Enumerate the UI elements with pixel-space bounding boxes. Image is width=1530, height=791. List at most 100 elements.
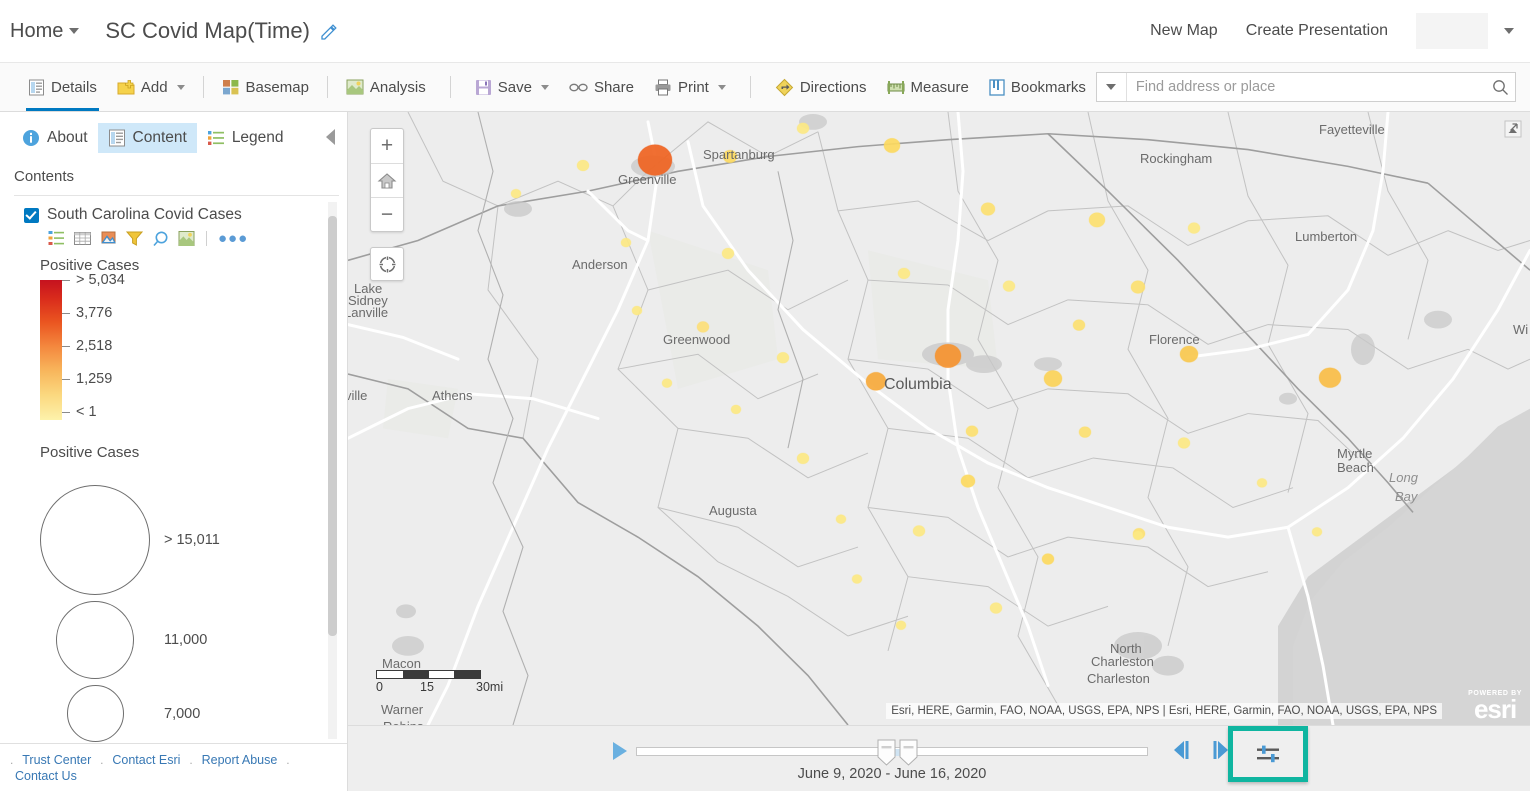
tab-legend[interactable]: Legend	[197, 123, 294, 153]
measure-button[interactable]: Measure	[877, 63, 979, 111]
covid-case-points[interactable]	[348, 112, 1530, 725]
arcgis-map-viewer: Home SC Covid Map(Time) New Map Create P…	[0, 0, 1530, 791]
map-data-point[interactable]	[1178, 438, 1190, 449]
table-icon[interactable]	[74, 230, 91, 247]
map-data-point[interactable]	[1312, 527, 1322, 536]
toolbar-divider-3	[450, 76, 451, 98]
details-button[interactable]: Details	[18, 63, 107, 111]
map-data-point[interactable]	[961, 475, 975, 488]
directions-button[interactable]: Directions	[765, 63, 877, 111]
map-data-point[interactable]	[797, 123, 809, 134]
map-data-point[interactable]	[1188, 223, 1200, 234]
change-style-icon[interactable]	[100, 230, 117, 247]
zoom-out-button[interactable]: −	[371, 197, 403, 231]
add-icon	[117, 79, 135, 96]
search-icon[interactable]	[1485, 73, 1515, 101]
time-slider-track[interactable]	[636, 747, 1148, 756]
map-data-point[interactable]	[990, 603, 1002, 614]
map-data-point[interactable]	[1073, 320, 1085, 331]
map-data-point[interactable]	[662, 379, 672, 388]
collapse-panel-icon[interactable]	[326, 129, 335, 145]
map-data-point[interactable]	[723, 150, 737, 163]
create-presentation-button[interactable]: Create Presentation	[1232, 22, 1402, 40]
map-data-point[interactable]	[913, 526, 925, 537]
footer-link-contact-esri[interactable]: Contact Esri	[107, 753, 185, 767]
layer-name: South Carolina Covid Cases	[47, 206, 242, 224]
panel-tabs: About Content Legend	[0, 112, 347, 164]
tab-about[interactable]: About	[12, 123, 98, 153]
map-data-point[interactable]	[577, 160, 589, 171]
map-data-point[interactable]	[1257, 478, 1267, 487]
map-data-point[interactable]	[697, 321, 709, 332]
map-data-point[interactable]	[731, 405, 741, 414]
footer-link-trust-center[interactable]: Trust Center	[17, 753, 96, 767]
footer-link-contact-us[interactable]: Contact Us	[10, 769, 82, 783]
share-button[interactable]: Share	[559, 63, 644, 111]
map-data-point[interactable]	[632, 306, 642, 315]
basemap-button[interactable]: Basemap	[212, 63, 319, 111]
scrollbar-thumb[interactable]	[328, 216, 337, 636]
save-button[interactable]: Save	[465, 63, 559, 111]
info-icon	[22, 129, 40, 147]
home-menu[interactable]: Home	[10, 20, 79, 43]
map-data-point[interactable]	[511, 189, 521, 198]
map-data-point[interactable]	[852, 574, 862, 583]
map-data-point[interactable]	[722, 248, 734, 259]
map-data-point[interactable]	[884, 138, 900, 153]
user-avatar[interactable]	[1416, 13, 1488, 49]
configure-popup-icon[interactable]	[152, 230, 169, 247]
map-data-point[interactable]	[777, 352, 789, 363]
map-canvas[interactable]: SpartanburgGreenvilleAndersonGreenwoodCo…	[348, 112, 1530, 725]
locate-button[interactable]	[370, 247, 404, 281]
visibility-range-icon[interactable]	[178, 230, 195, 247]
map-data-point[interactable]	[898, 268, 910, 279]
map-data-point[interactable]	[981, 203, 995, 216]
step-back-button[interactable]	[1170, 740, 1192, 763]
tab-content[interactable]: Content	[98, 123, 197, 153]
search-input[interactable]	[1127, 73, 1485, 101]
map-data-point[interactable]	[797, 453, 809, 464]
map-data-point[interactable]	[1044, 370, 1062, 386]
layer-visibility-checkbox[interactable]	[24, 208, 39, 223]
layer-action-icons: ●●●	[14, 224, 339, 247]
panel-scrollbar[interactable]	[328, 202, 337, 739]
bookmarks-button[interactable]: Bookmarks	[979, 63, 1096, 111]
search-options-chevron-down-icon[interactable]	[1097, 73, 1127, 101]
contents-heading: Contents	[0, 164, 347, 195]
map-data-point[interactable]	[621, 238, 631, 247]
pencil-icon[interactable]	[319, 22, 337, 40]
time-slider-handle-end[interactable]	[899, 739, 918, 766]
map-data-point[interactable]	[1003, 281, 1015, 292]
new-map-button[interactable]: New Map	[1136, 22, 1232, 40]
add-button[interactable]: Add	[107, 63, 195, 111]
map-data-point[interactable]	[1079, 427, 1091, 438]
map-data-point[interactable]	[1133, 531, 1143, 540]
expand-button[interactable]	[1502, 118, 1524, 140]
analysis-button[interactable]: Analysis	[336, 63, 436, 111]
map-data-point[interactable]	[638, 145, 672, 176]
map-data-point[interactable]	[896, 621, 906, 630]
map-data-point[interactable]	[1180, 346, 1198, 362]
time-settings-button[interactable]	[1228, 726, 1308, 782]
footer-link-report-abuse[interactable]: Report Abuse	[197, 753, 283, 767]
user-menu-chevron-down-icon[interactable]	[1504, 28, 1514, 34]
map-data-point[interactable]	[866, 372, 886, 390]
filter-icon[interactable]	[126, 230, 143, 247]
map-data-point[interactable]	[836, 515, 846, 524]
more-options-icon[interactable]: ●●●	[218, 230, 248, 247]
show-legend-icon[interactable]	[48, 230, 65, 247]
map-data-point[interactable]	[966, 426, 978, 437]
map-data-point[interactable]	[1089, 213, 1105, 228]
map-data-point[interactable]	[1042, 554, 1054, 565]
play-button[interactable]	[610, 740, 630, 765]
time-slider-handle-start[interactable]	[877, 739, 896, 766]
scalebar-mid: 15	[420, 680, 434, 694]
print-button[interactable]: Print	[644, 63, 736, 111]
zoom-in-button[interactable]: +	[371, 129, 403, 163]
map-attribution: Esri, HERE, Garmin, FAO, NOAA, USGS, EPA…	[886, 703, 1442, 719]
esri-wordmark: esri	[1468, 697, 1522, 721]
map-data-point[interactable]	[935, 344, 961, 368]
home-button[interactable]	[371, 163, 403, 197]
map-data-point[interactable]	[1319, 368, 1341, 388]
map-data-point[interactable]	[1131, 281, 1145, 294]
